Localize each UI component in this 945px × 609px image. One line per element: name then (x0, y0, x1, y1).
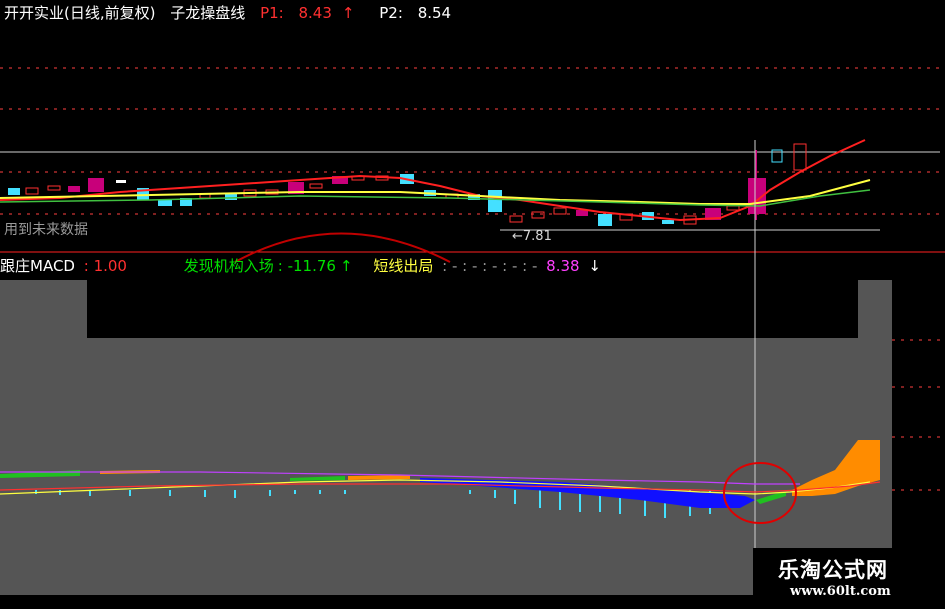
last-value: 8.38 (546, 257, 580, 275)
candle (598, 214, 612, 226)
candle (509, 215, 523, 223)
candle (662, 220, 674, 224)
macd-green-band (0, 470, 80, 478)
exit-label: 短线出局 (373, 257, 434, 275)
candle (68, 186, 80, 192)
candle (793, 143, 807, 171)
candle (88, 178, 104, 192)
down-arrow-icon: ↓ (588, 257, 601, 275)
watermark-title: 乐淘公式网 (778, 558, 888, 582)
candle (488, 190, 502, 212)
macd-name: 跟庄MACD (0, 257, 75, 275)
watermark: 乐淘公式网 www.60lt.com (753, 548, 945, 609)
macd-right-dashes (892, 339, 945, 491)
macd-value: : 1.00 (83, 257, 127, 275)
up-arrow-icon: ↑ (339, 257, 353, 275)
macd-orange-band (348, 475, 410, 480)
signal-label: 发现机构入场 (183, 257, 274, 275)
candle (116, 180, 126, 183)
low-price-marker: ←7.81 (512, 229, 552, 244)
candle (47, 185, 61, 191)
exit-value: : - : - : - : - : - (442, 257, 538, 275)
watermark-url: www.60lt.com (790, 584, 891, 599)
chart-canvas (0, 67, 945, 548)
candle (25, 187, 39, 195)
signal-value: : -11.76 (277, 257, 336, 275)
candle (726, 205, 740, 211)
chart-window: 开开实业(日线,前复权) 子龙操盘线 P1: 8.43 ↑ P2: 8.54 ←… (0, 0, 945, 609)
candle (531, 211, 545, 219)
candle (158, 200, 172, 206)
candle (309, 183, 323, 189)
future-data-note: 用到未来数据 (4, 222, 88, 238)
signal-readout: 发现机构入场: -11.76 ↑ (184, 257, 357, 275)
candle (553, 207, 567, 215)
candle (8, 188, 20, 195)
macd-green-band (290, 476, 345, 481)
indicator-row: 跟庄MACD : 1.00 发现机构入场: -11.76 ↑ 短线出局 : - :… (0, 255, 605, 276)
